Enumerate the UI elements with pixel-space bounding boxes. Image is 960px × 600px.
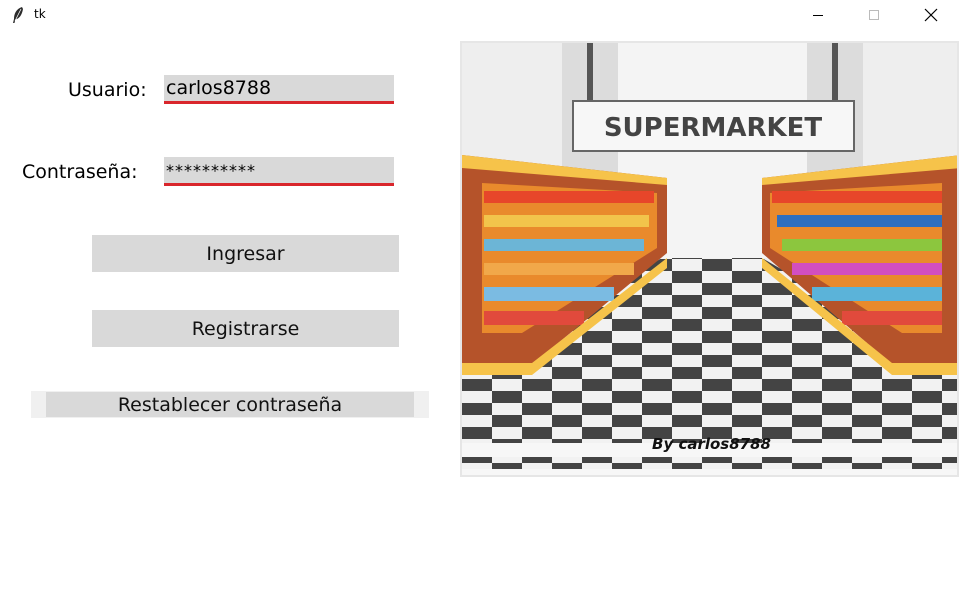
supermarket-illustration: SUPERMARKET (462, 43, 957, 475)
sign-text: SUPERMARKET (604, 113, 823, 143)
title-bar: tk (0, 0, 960, 30)
password-input[interactable] (164, 157, 394, 186)
byline-text: By carlos8788 (652, 435, 771, 453)
feather-icon (10, 6, 26, 24)
reset-password-button[interactable]: Restablecer contraseña (46, 392, 414, 417)
window-title: tk (34, 7, 46, 21)
close-icon (924, 8, 938, 22)
username-input[interactable] (164, 75, 394, 104)
login-button[interactable]: Ingresar (92, 235, 399, 272)
password-label: Contraseña: (22, 161, 138, 183)
maximize-button[interactable] (851, 0, 897, 30)
register-button[interactable]: Registrarse (92, 310, 399, 347)
minimize-icon (813, 15, 823, 16)
maximize-icon (869, 10, 879, 20)
close-button[interactable] (908, 0, 954, 30)
username-label: Usuario: (68, 79, 147, 101)
minimize-button[interactable] (795, 0, 841, 30)
supermarket-image: SUPERMARKET By carlos8788 (460, 41, 959, 477)
